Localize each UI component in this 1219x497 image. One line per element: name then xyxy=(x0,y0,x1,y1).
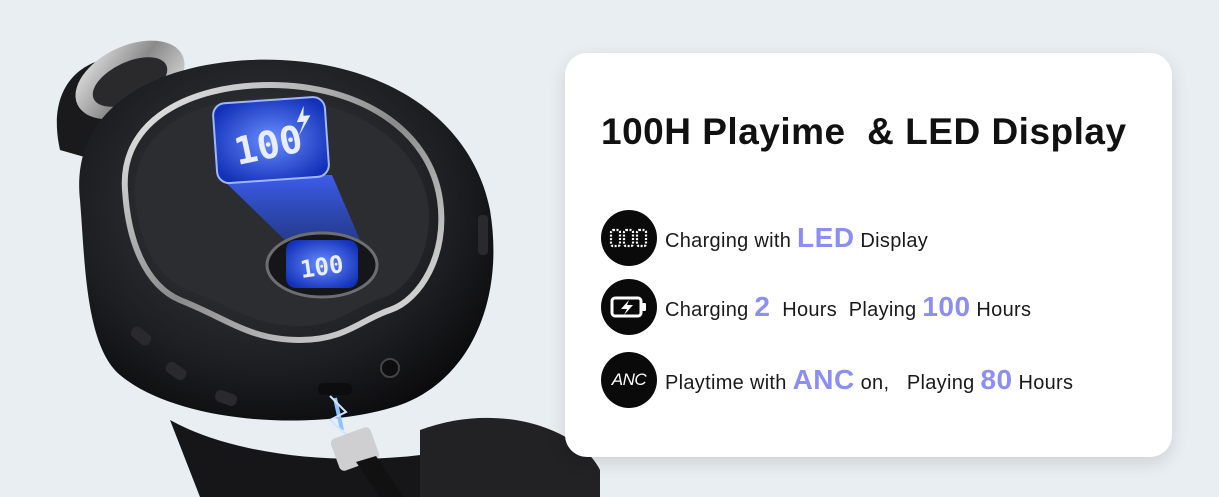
highlight-charge-hours: 2 xyxy=(754,291,771,322)
small-led-display: 100 xyxy=(265,231,379,299)
highlight-anc: ANC xyxy=(792,364,855,395)
feature-led-text: Charging with LED Display xyxy=(665,222,929,253)
feature-charging-text: Charging 2 Hours Playing 100 Hours xyxy=(665,291,1032,322)
usb-port xyxy=(318,383,352,395)
battery-charging-icon xyxy=(601,279,657,335)
small-display-readout: 100 xyxy=(298,250,345,284)
audio-port xyxy=(380,358,400,378)
product-banner: 100 100 100H Playime & LED Display Charg… xyxy=(0,0,1219,497)
feature-card: 100H Playime & LED Display Charging with… xyxy=(565,53,1172,457)
headphone-product-image: 100 100 xyxy=(56,40,600,497)
highlight-anc-hours: 80 xyxy=(980,364,1013,395)
led-display: 100 xyxy=(212,96,330,185)
led-digits-icon xyxy=(601,210,657,266)
anc-icon: ANC xyxy=(601,352,657,408)
highlight-play-hours: 100 xyxy=(922,291,971,322)
feature-anc-text: Playtime with ANC on, Playing 80 Hours xyxy=(665,364,1074,395)
highlight-led: LED xyxy=(797,222,855,253)
anc-icon-label: ANC xyxy=(611,370,647,389)
card-title: 100H Playime & LED Display xyxy=(601,111,1127,152)
feature-led-display: Charging with LED Display xyxy=(601,210,928,266)
feature-charging-playing: Charging 2 Hours Playing 100 Hours xyxy=(601,279,1031,335)
feature-anc: ANC Playtime with ANC on, Playing 80 Hou… xyxy=(601,352,1073,408)
